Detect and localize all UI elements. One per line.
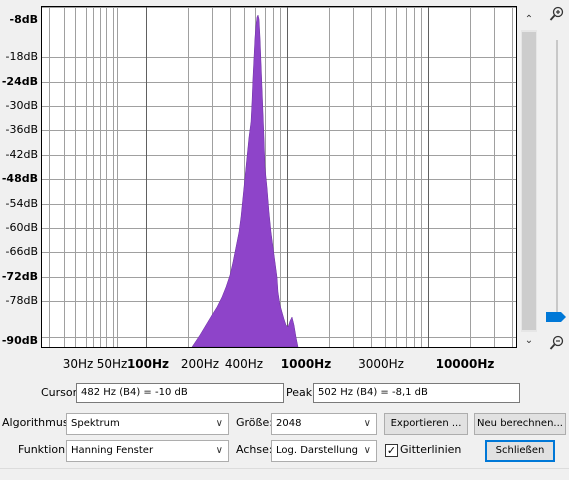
y-tick-label: -18dB [5, 50, 39, 63]
spectrum-plot-svg [42, 7, 516, 347]
chevron-down-icon: ∨ [363, 418, 371, 429]
window-function-select[interactable]: Hanning Fenster ∨ [66, 440, 229, 462]
zoom-out-icon[interactable] [548, 335, 566, 353]
chevron-down-icon: ∨ [363, 445, 371, 456]
algorithm-value: Spektrum [71, 418, 120, 429]
y-tick-label: -60dB [5, 221, 39, 234]
peak-readout-field[interactable]: 502 Hz (B4) = -8,1 dB [313, 383, 520, 403]
x-tick-label: 1000Hz [280, 357, 332, 371]
cursor-label: Cursor: [41, 386, 81, 399]
recalculate-button[interactable]: Neu berechnen... [474, 413, 566, 435]
x-tick-label: 50Hz [96, 357, 128, 371]
y-tick-label: -42dB [5, 148, 39, 161]
zoom-slider-thumb[interactable] [546, 311, 566, 322]
y-tick-label: -8dB [9, 13, 38, 26]
bottom-divider [0, 468, 569, 469]
close-button[interactable]: Schließen [485, 440, 555, 462]
axis-value: Log. Darstellung [276, 445, 359, 456]
algorithm-select[interactable]: Spektrum ∨ [66, 413, 229, 435]
x-tick-label: 400Hz [224, 357, 264, 371]
x-tick-label: 100Hz [126, 357, 170, 371]
chevron-down-icon: ∨ [215, 418, 223, 429]
spectrum-plot[interactable] [41, 6, 517, 348]
peak-label: Peak: [286, 386, 316, 399]
y-tick-label: -30dB [5, 99, 39, 112]
size-label: Größe: [236, 416, 273, 429]
y-tick-label: -78dB [5, 294, 39, 307]
algorithm-label: Algorithmus: [2, 416, 73, 429]
cursor-readout-field[interactable]: 482 Hz (B4) = -10 dB [76, 383, 284, 403]
axis-label: Achse: [236, 443, 273, 456]
scroll-up-icon[interactable]: ⌃ [521, 13, 537, 27]
size-value: 2048 [276, 418, 302, 429]
size-select[interactable]: 2048 ∨ [271, 413, 377, 435]
grid-checkbox[interactable]: ✓ [385, 444, 398, 457]
scroll-down-icon[interactable]: ⌄ [521, 334, 537, 348]
vertical-scrollbar[interactable] [521, 30, 537, 332]
y-tick-label: -66dB [5, 245, 39, 258]
grid-checkbox-label[interactable]: Gitterlinien [400, 440, 461, 460]
scrollbar-thumb[interactable] [522, 32, 536, 330]
zoom-in-icon[interactable] [548, 6, 566, 24]
x-tick-label: 3000Hz [358, 357, 404, 371]
window-function-value: Hanning Fenster [71, 445, 154, 456]
export-button[interactable]: Exportieren ... [384, 413, 468, 435]
y-tick-label: -72dB [1, 270, 38, 283]
y-tick-label: -54dB [5, 197, 39, 210]
function-label: Funktion: [18, 443, 69, 456]
y-tick-label: -36dB [5, 123, 39, 136]
x-tick-label: 200Hz [180, 357, 220, 371]
chevron-down-icon: ∨ [215, 445, 223, 456]
y-tick-label: -48dB [1, 172, 38, 185]
y-tick-label: -24dB [1, 75, 38, 88]
zoom-slider-track[interactable] [556, 40, 558, 316]
axis-select[interactable]: Log. Darstellung ∨ [271, 440, 377, 462]
checkmark-icon: ✓ [386, 444, 397, 457]
x-tick-label: 30Hz [62, 357, 94, 371]
y-tick-label: -90dB [1, 334, 38, 347]
grid-lines [42, 7, 516, 347]
x-tick-label: 10000Hz [435, 357, 495, 371]
